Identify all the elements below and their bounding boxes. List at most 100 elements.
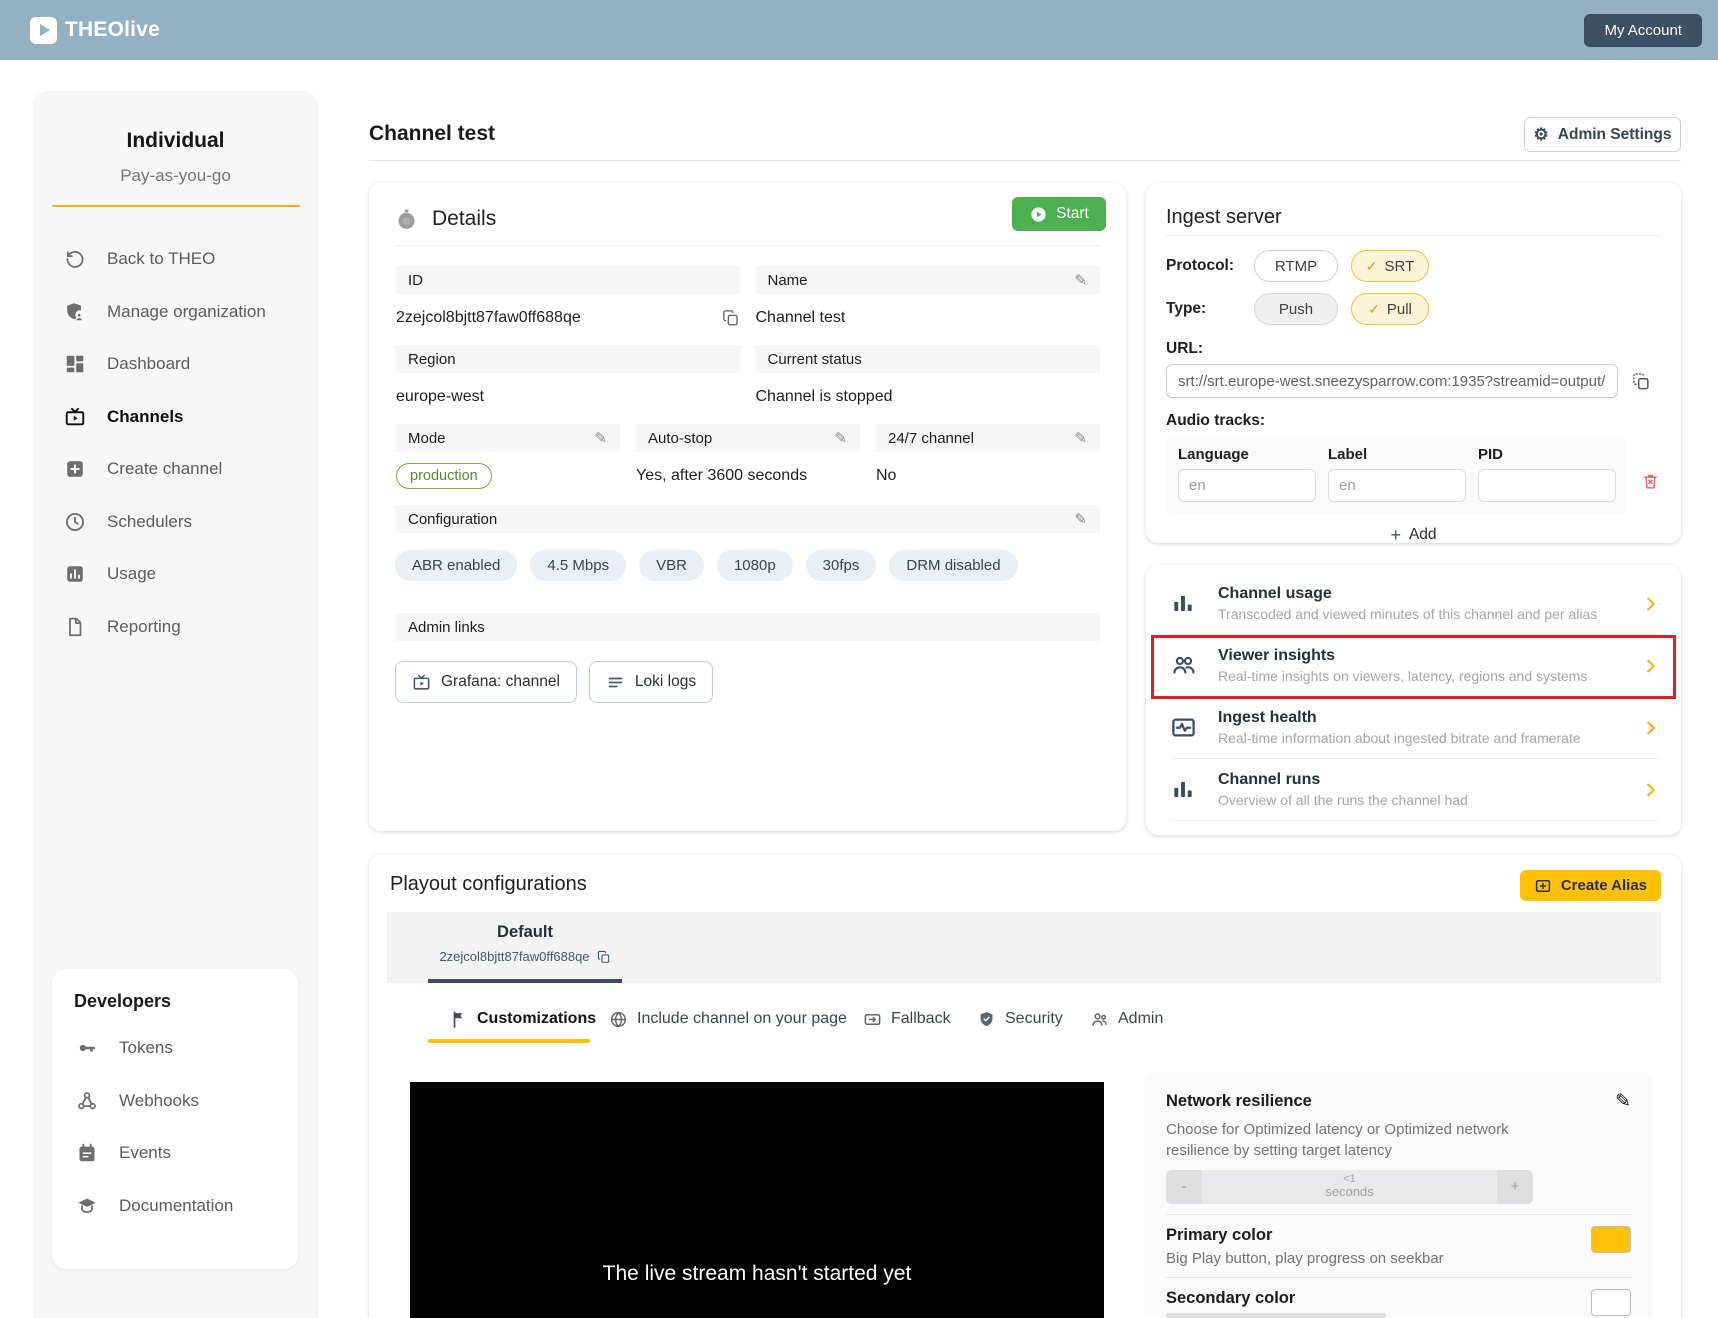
- sidebar-item-channels[interactable]: Channels: [33, 391, 318, 444]
- clock-icon: [64, 511, 86, 533]
- type-push-option[interactable]: Push: [1254, 293, 1338, 325]
- primary-color-title: Primary color: [1166, 1226, 1444, 1245]
- sidebar-item-documentation[interactable]: Documentation: [52, 1180, 298, 1233]
- edit-channel247-icon[interactable]: ✎: [1074, 431, 1087, 446]
- sidebar-item-manage-organization[interactable]: Manage organization: [33, 286, 318, 339]
- status-value-row: Channel is stopped: [755, 373, 1101, 421]
- sidebar-item-tokens[interactable]: Tokens: [52, 1022, 298, 1075]
- copy-id-icon[interactable]: [722, 309, 740, 327]
- panel-divider: [1166, 1277, 1631, 1278]
- copy-url-icon[interactable]: [1632, 372, 1651, 391]
- channel247-value: No: [876, 467, 896, 485]
- sidebar-item-events[interactable]: Events: [52, 1127, 298, 1180]
- chevron-right-icon: [1643, 658, 1659, 674]
- webhook-icon: [76, 1090, 98, 1112]
- sidebar-item-label: Schedulers: [107, 512, 192, 532]
- secondary-color-title: Secondary color: [1166, 1289, 1386, 1308]
- add-audio-track-button[interactable]: + Add: [1390, 526, 1436, 544]
- latency-decrease-button[interactable]: -: [1166, 1170, 1202, 1204]
- sidebar-item-label: Reporting: [107, 617, 181, 637]
- language-input[interactable]: [1178, 469, 1316, 502]
- pid-input[interactable]: [1478, 469, 1616, 502]
- edit-mode-icon[interactable]: ✎: [594, 431, 607, 446]
- start-button[interactable]: Start: [1012, 197, 1106, 231]
- label-input[interactable]: [1328, 469, 1466, 502]
- alias-tab-default[interactable]: Default 2zejcol8bjtt87faw0ff688qe: [428, 912, 622, 983]
- primary-color-swatch[interactable]: [1591, 1226, 1631, 1253]
- sidebar-item-webhooks[interactable]: Webhooks: [52, 1075, 298, 1128]
- edit-configuration-icon[interactable]: ✎: [1074, 512, 1087, 527]
- top-header-bar: THEOlive My Account: [0, 0, 1718, 60]
- channel-runs-row[interactable]: Channel runs Overview of all the runs th…: [1170, 759, 1659, 821]
- copy-alias-id-icon[interactable]: [597, 950, 611, 964]
- latency-value: <1 seconds: [1202, 1170, 1497, 1204]
- config-chip: 4.5 Mbps: [530, 550, 626, 581]
- sidebar-item-reporting[interactable]: Reporting: [33, 601, 318, 654]
- chevron-right-icon: [1643, 782, 1659, 798]
- id-value: 2zejcol8bjtt87faw0ff688qe: [396, 309, 581, 327]
- tab-security[interactable]: Security: [977, 1005, 1063, 1033]
- chevron-right-icon: [1643, 596, 1659, 612]
- tab-include-channel[interactable]: Include channel on your page: [609, 1005, 847, 1033]
- config-chip: VBR: [639, 550, 704, 581]
- language-column-label: Language: [1178, 446, 1316, 463]
- grafana-channel-button[interactable]: Grafana: channel: [395, 661, 577, 703]
- latency-increase-button[interactable]: +: [1497, 1170, 1533, 1204]
- ingest-health-row[interactable]: Ingest health Real-time information abou…: [1170, 697, 1659, 759]
- configuration-label: Configuration✎: [395, 505, 1100, 533]
- secondary-color-swatch[interactable]: [1591, 1289, 1631, 1316]
- bar-chart-icon: [64, 563, 86, 585]
- ingest-url-input[interactable]: [1166, 364, 1618, 398]
- sidebar-item-create-channel[interactable]: Create channel: [33, 443, 318, 496]
- grafana-label: Grafana: channel: [441, 673, 560, 691]
- details-divider: [395, 245, 1100, 246]
- name-label: Name✎: [755, 266, 1101, 294]
- protocol-rtmp-option[interactable]: RTMP: [1254, 250, 1338, 282]
- people-icon: [1170, 652, 1200, 679]
- region-label: Region: [395, 345, 741, 373]
- status-value: Channel is stopped: [756, 388, 893, 406]
- audio-tracks-panel: Language Label PID: [1166, 436, 1628, 514]
- graduation-cap-icon: [76, 1195, 98, 1217]
- ingest-server-title: Ingest server: [1166, 199, 1661, 235]
- flag-icon: [449, 1010, 468, 1029]
- tab-label: Admin: [1118, 1010, 1163, 1028]
- theolive-logo[interactable]: THEOlive: [30, 17, 160, 44]
- plus-icon: +: [1390, 526, 1401, 544]
- player-status-message: The live stream hasn't started yet: [410, 1262, 1104, 1286]
- type-pull-option[interactable]: ✓ Pull: [1351, 293, 1429, 325]
- globe-icon: [609, 1010, 628, 1029]
- url-label: URL:: [1166, 340, 1661, 358]
- edit-autostop-icon[interactable]: ✎: [834, 431, 847, 446]
- audio-tracks-label: Audio tracks:: [1166, 412, 1661, 430]
- sidebar-nav: Back to THEO Manage organization Dashboa…: [33, 233, 318, 653]
- sidebar-item-label: Documentation: [119, 1196, 233, 1216]
- admin-settings-button[interactable]: ⚙ Admin Settings: [1524, 117, 1681, 152]
- mode-label: Mode✎: [395, 424, 620, 452]
- create-alias-button[interactable]: Create Alias: [1520, 870, 1661, 901]
- channel-usage-row[interactable]: Channel usage Transcoded and viewed minu…: [1170, 573, 1659, 635]
- edit-network-resilience-icon[interactable]: ✎: [1615, 1092, 1631, 1111]
- video-player-preview[interactable]: The live stream hasn't started yet: [410, 1082, 1104, 1318]
- viewer-insights-row[interactable]: Viewer insights Real-time insights on vi…: [1170, 635, 1659, 697]
- sidebar-item-usage[interactable]: Usage: [33, 548, 318, 601]
- latency-stepper: - <1 seconds +: [1166, 1170, 1533, 1204]
- protocol-srt-option[interactable]: ✓ SRT: [1351, 250, 1429, 282]
- my-account-button[interactable]: My Account: [1584, 14, 1702, 47]
- region-value: europe-west: [396, 388, 484, 406]
- developers-card: Developers Tokens Webhooks Events: [52, 969, 298, 1269]
- tab-customizations[interactable]: Customizations: [449, 1005, 596, 1033]
- primary-color-row: Primary color Big Play button, play prog…: [1166, 1226, 1631, 1267]
- tab-fallback[interactable]: Fallback: [863, 1005, 951, 1033]
- edit-name-icon[interactable]: ✎: [1074, 273, 1087, 288]
- mode-value-row: production: [395, 452, 620, 500]
- sidebar-item-dashboard[interactable]: Dashboard: [33, 338, 318, 391]
- alias-active-indicator: [428, 979, 622, 983]
- alias-id: 2zejcol8bjtt87faw0ff688qe: [439, 949, 589, 964]
- secondary-color-row: Secondary color: [1166, 1289, 1631, 1318]
- delete-audio-track-icon[interactable]: [1641, 472, 1660, 491]
- tab-admin[interactable]: Admin: [1090, 1005, 1163, 1033]
- sidebar-item-back-to-theo[interactable]: Back to THEO: [33, 233, 318, 286]
- sidebar-item-schedulers[interactable]: Schedulers: [33, 496, 318, 549]
- loki-logs-button[interactable]: Loki logs: [589, 661, 713, 703]
